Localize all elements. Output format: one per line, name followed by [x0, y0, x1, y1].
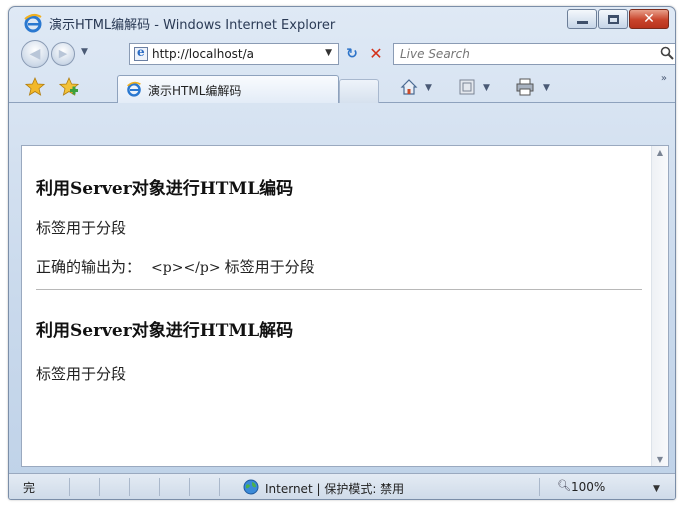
stop-icon: ✕ [369, 44, 383, 63]
search-icon[interactable] [660, 46, 674, 60]
output-line: 正确的输出为： <p></p> 标签用于分段 [36, 256, 646, 277]
print-dropdown-chevron-down-icon[interactable]: ▼ [543, 83, 550, 93]
maximize-button[interactable] [598, 9, 628, 29]
close-icon: ✕ [643, 11, 655, 27]
zoom-magnifier-icon: 🔍︎ [557, 479, 571, 492]
recent-pages-chevron-down-icon[interactable]: ▼ [81, 47, 88, 57]
status-bar: 完 Internet | 保护模式: 禁用 🔍︎ 100% ▼ [9, 473, 675, 499]
page-icon [134, 45, 148, 61]
horizontal-rule [36, 289, 642, 290]
print-icon[interactable] [515, 78, 535, 96]
page-content: 利用Server对象进行HTML编码 标签用于分段 正确的输出为： <p></p>… [21, 145, 669, 467]
status-divider [219, 478, 220, 496]
output-tag: <p></p> [151, 260, 221, 276]
zoom-level[interactable]: 100% [571, 480, 605, 494]
output-rest: 标签用于分段 [224, 258, 315, 276]
status-divider [129, 478, 130, 496]
close-button[interactable]: ✕ [629, 9, 669, 29]
home-icon[interactable] [399, 77, 419, 97]
stop-button[interactable]: ✕ [365, 43, 387, 65]
home-dropdown-chevron-down-icon[interactable]: ▼ [425, 83, 432, 93]
paragraph-2: 标签用于分段 [36, 365, 127, 383]
back-arrow-icon: ◀ [29, 46, 41, 62]
back-button[interactable]: ◀ [21, 40, 49, 68]
maximize-icon [608, 15, 619, 24]
status-divider [99, 478, 100, 496]
forward-button[interactable]: ▶ [51, 42, 75, 66]
favorites-star-icon[interactable] [25, 77, 45, 97]
feeds-icon[interactable] [459, 79, 475, 95]
heading-encode: 利用Server对象进行HTML编码 [36, 179, 294, 199]
minimize-icon [577, 21, 588, 24]
window-title: 演示HTML编解码 - Windows Internet Explorer [49, 18, 336, 33]
security-zone-text[interactable]: Internet | 保护模式: 禁用 [265, 480, 404, 497]
address-bar[interactable]: http://localhost/a ▼ [129, 43, 339, 65]
paragraph-1: 标签用于分段 [36, 219, 127, 237]
zoom-dropdown-chevron-down-icon[interactable]: ▼ [653, 484, 660, 494]
search-input[interactable] [394, 44, 634, 64]
tab-label: 演示HTML编解码 [148, 84, 242, 98]
heading-decode: 利用Server对象进行HTML解码 [36, 321, 294, 341]
add-favorites-star-icon[interactable] [59, 77, 79, 97]
minimize-button[interactable] [567, 9, 597, 29]
feeds-dropdown-chevron-down-icon[interactable]: ▼ [483, 83, 490, 93]
status-text: 完 [23, 481, 36, 495]
address-input[interactable]: http://localhost/a [152, 47, 302, 61]
refresh-icon: ↻ [346, 46, 358, 62]
tab-toolbar: 演示HTML编解码 ▼ ▼ ▼ » [9, 71, 675, 103]
forward-arrow-icon: ▶ [58, 47, 68, 60]
address-dropdown-chevron-down-icon[interactable]: ▼ [325, 48, 332, 58]
title-bar[interactable]: 演示HTML编解码 - Windows Internet Explorer ✕ [9, 7, 675, 37]
status-divider [159, 478, 160, 496]
ie-page-icon [127, 81, 141, 97]
toolbar-overflow-chevron-icon[interactable]: » [661, 73, 667, 84]
vertical-scrollbar[interactable]: ▲ ▼ [651, 146, 668, 466]
document-body: 利用Server对象进行HTML编码 标签用于分段 正确的输出为： <p></p>… [36, 160, 646, 384]
ie-logo-icon [24, 13, 42, 33]
status-divider [69, 478, 70, 496]
search-box[interactable] [393, 43, 675, 65]
scroll-down-icon[interactable]: ▼ [652, 455, 668, 464]
browser-window: 演示HTML编解码 - Windows Internet Explorer ✕ … [8, 6, 676, 500]
globe-icon [243, 479, 259, 495]
status-divider [539, 478, 540, 496]
window-controls: ✕ [566, 9, 669, 29]
tab-active[interactable]: 演示HTML编解码 [117, 75, 339, 103]
scroll-up-icon[interactable]: ▲ [652, 148, 668, 157]
output-label: 正确的输出为： [36, 258, 142, 276]
refresh-button[interactable]: ↻ [341, 43, 363, 65]
address-toolbar: ◀ ▶ ▼ http://localhost/a ▼ ↻ ✕ [9, 37, 675, 71]
new-tab-button[interactable] [339, 79, 379, 103]
status-divider [189, 478, 190, 496]
